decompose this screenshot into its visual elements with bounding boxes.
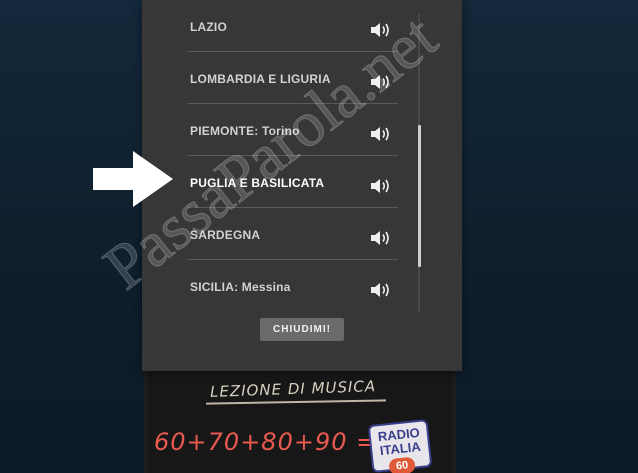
region-item-puglia-basilicata[interactable]: PUGLIA E BASILICATA xyxy=(188,156,398,208)
region-list: LAZIO LOMBARDIA E LIGURIA PIEMONTE: Tori… xyxy=(188,0,398,311)
region-item-lazio[interactable]: LAZIO xyxy=(188,0,398,52)
radio-logo-line2: ITALIA xyxy=(379,438,422,459)
region-label: LOMBARDIA E LIGURIA xyxy=(190,72,331,86)
region-label: LAZIO xyxy=(190,20,227,34)
radio-logo-number: 60 xyxy=(388,456,416,473)
region-item-sardegna[interactable]: SARDEGNA xyxy=(188,208,398,260)
scrollbar-thumb[interactable] xyxy=(418,125,421,267)
region-label: SICILIA: Messina xyxy=(190,280,291,294)
speaker-icon[interactable] xyxy=(370,177,394,195)
region-label: PUGLIA E BASILICATA xyxy=(190,176,325,190)
radio-logo: RADIO ITALIA 60 xyxy=(367,418,433,473)
speaker-icon[interactable] xyxy=(370,229,394,247)
region-item-sicilia[interactable]: SICILIA: Messina xyxy=(188,260,398,311)
region-audio-popup: LAZIO LOMBARDIA E LIGURIA PIEMONTE: Tori… xyxy=(142,0,462,371)
speaker-icon[interactable] xyxy=(370,73,394,91)
region-label: SARDEGNA xyxy=(190,228,261,242)
board-equation: 60+70+80+90 = xyxy=(154,428,378,456)
region-label: PIEMONTE: Torino xyxy=(190,124,300,138)
pointer-arrow-icon xyxy=(93,151,173,207)
region-item-lombardia-liguria[interactable]: LOMBARDIA E LIGURIA xyxy=(188,52,398,104)
region-item-piemonte[interactable]: PIEMONTE: Torino xyxy=(188,104,398,156)
close-button[interactable]: CHIUDIMI! xyxy=(260,318,344,341)
speaker-icon[interactable] xyxy=(370,125,394,143)
speaker-icon[interactable] xyxy=(370,21,394,39)
speaker-icon[interactable] xyxy=(370,281,394,299)
